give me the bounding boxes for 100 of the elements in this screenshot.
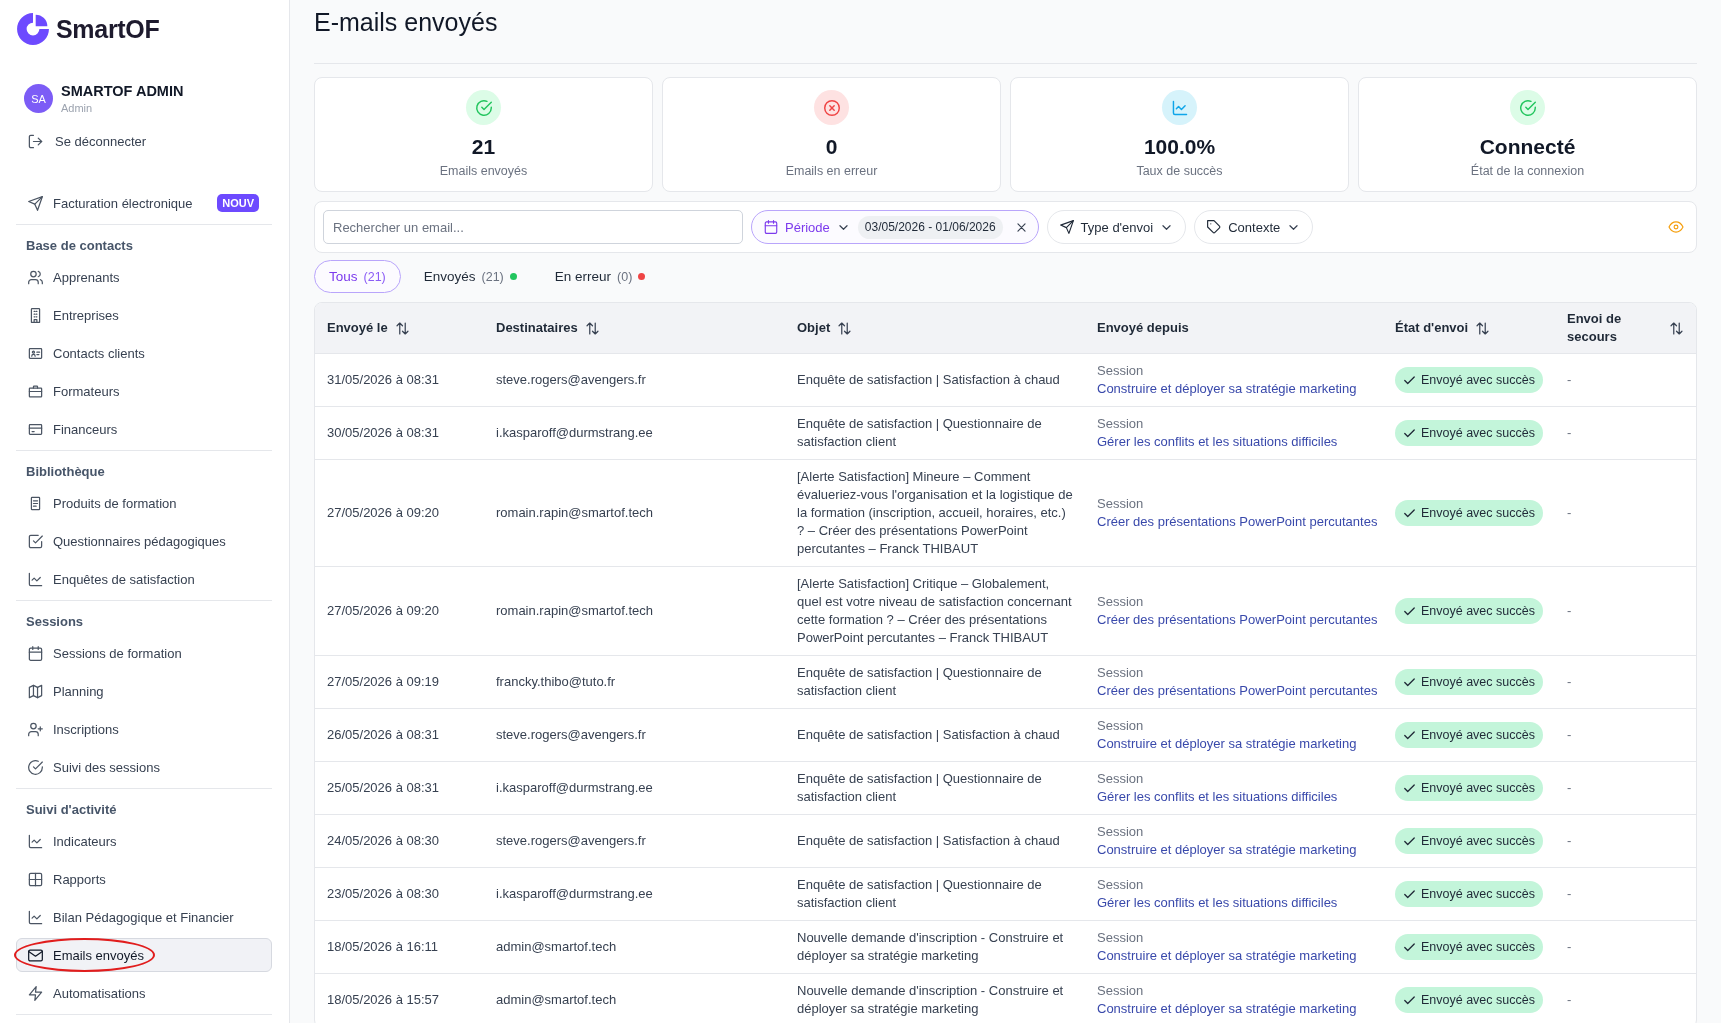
sidebar-item[interactable]: Rapports [16, 862, 272, 896]
sort-icon[interactable] [1475, 320, 1491, 336]
stat-value: Connecté [1479, 135, 1576, 159]
fallback-value: - [1567, 886, 1572, 901]
status-label: Envoyé avec succès [1421, 372, 1535, 389]
sent-date: 26/05/2026 à 08:31 [327, 727, 440, 742]
sidebar-item[interactable]: Apprenants [16, 260, 272, 294]
sidebar-item[interactable]: Indicateurs [16, 824, 272, 858]
section-title: Suivi d'activité [25, 801, 118, 819]
source-type: Session [1097, 664, 1144, 682]
check-icon [1403, 506, 1416, 520]
check-icon [1403, 604, 1416, 618]
check-icon [1403, 728, 1416, 742]
fallback-value: - [1567, 425, 1572, 440]
section-title: Sessions [25, 613, 85, 631]
period-dropdown[interactable]: Période [764, 219, 850, 235]
session-link[interactable]: Gérer les conflits et les situations difficiles [1097, 788, 1338, 806]
check-icon [1403, 940, 1416, 954]
calendar-icon [764, 220, 778, 234]
sidebar-item[interactable]: Suivi des sessions [16, 750, 272, 784]
email-subject: Enquête de satisfaction | Satisfaction à chaud [797, 372, 1060, 387]
sidebar-item[interactable]: Automatisations [16, 976, 272, 1010]
user-plus-icon [28, 721, 43, 737]
sidebar-item[interactable]: Produits de formation [16, 486, 272, 520]
status-label: Envoyé avec succès [1421, 603, 1535, 620]
credit-card-icon [28, 421, 43, 437]
new-badge: NOUV [217, 194, 259, 212]
line-chart-icon [28, 909, 43, 925]
grid-icon [28, 871, 43, 887]
section-title: Bibliothèque [25, 463, 106, 481]
source-type: Session [1097, 717, 1144, 735]
sent-date: 25/05/2026 à 08:31 [327, 780, 440, 795]
email-subject: Enquête de satisfaction | Questionnaire de satisfaction client [797, 416, 1042, 449]
sidebar-item[interactable]: Financeurs [16, 412, 272, 446]
status-label: Envoyé avec succès [1421, 886, 1535, 903]
sidebar-item[interactable]: Questionnaires pédagogiques [16, 524, 272, 558]
filter-tab[interactable]: En erreur (0) [539, 260, 661, 293]
email-subject: Nouvelle demande d'inscription - Construire et déployer sa stratégie marketing [797, 983, 1064, 1016]
session-link[interactable]: Construire et déployer sa stratégie marketing [1097, 841, 1357, 859]
source-type: Session [1097, 415, 1144, 433]
session-link[interactable]: Construire et déployer sa stratégie marketing [1097, 735, 1357, 753]
sidebar-item[interactable]: Planning [16, 674, 272, 708]
check-icon [1403, 781, 1416, 795]
map-icon [28, 683, 43, 699]
sidebar-item[interactable]: Entreprises [16, 298, 272, 332]
checkbox-icon [28, 533, 43, 549]
stat-label: Emails envoyés [439, 163, 528, 179]
recipient-email: steve.rogers@avengers.fr [496, 372, 646, 387]
sidebar-item[interactable]: Contacts clients [16, 336, 272, 370]
sent-date: 31/05/2026 à 08:31 [327, 372, 440, 387]
document-icon [28, 495, 43, 511]
recipient-email: francky.thibo@tuto.fr [496, 674, 616, 689]
line-chart-icon [28, 571, 43, 587]
filter-tab[interactable]: Tous (21) [314, 260, 401, 293]
sidebar-item[interactable]: Formateurs [16, 374, 272, 408]
sort-icon[interactable] [584, 320, 600, 336]
filter-dropdown[interactable]: Type d'envoi [1046, 210, 1187, 244]
source-type: Session [1097, 929, 1144, 947]
session-link[interactable]: Gérer les conflits et les situations difficiles [1097, 894, 1338, 912]
email-subject: Enquête de satisfaction | Questionnaire de satisfaction client [797, 771, 1042, 804]
search-field[interactable]: Rechercher un email... [323, 210, 743, 244]
filter-dropdown[interactable]: Contexte [1194, 210, 1314, 244]
session-link[interactable]: Gérer les conflits et les situations difficiles [1097, 433, 1338, 451]
email-subject: [Alerte Satisfaction] Mineure – Comment évalueriez-vous l'organisation et la logistique de la formation (inscription, accueil, horaires, etc.) ? – Créer des présentations PowerPoint percutantes – Franck THIBAUT [797, 469, 1073, 556]
status-label: Envoyé avec succès [1421, 674, 1535, 691]
line-chart-icon [28, 833, 43, 849]
filter-tab[interactable]: Envoyés (21) [408, 260, 532, 293]
sidebar-item[interactable]: Facturation électronique NOUV [16, 186, 272, 220]
session-link[interactable]: Créer des présentations PowerPoint percutantes [1097, 513, 1378, 531]
email-subject: Nouvelle demande d'inscription - Construire et déployer sa stratégie marketing [797, 930, 1064, 963]
mail-icon [28, 947, 43, 963]
sidebar-item[interactable]: Bilan Pédagogique et Financier [16, 900, 272, 934]
recipient-email: romain.rapin@smartof.tech [496, 603, 653, 618]
sent-date: 30/05/2026 à 08:31 [327, 425, 440, 440]
session-link[interactable]: Créer des présentations PowerPoint percutantes [1097, 611, 1378, 629]
sort-icon[interactable] [394, 320, 410, 336]
column-header: Envoyé depuis [1097, 319, 1190, 337]
recipient-email: i.kasparoff@durmstrang.ee [496, 886, 653, 901]
period-filter[interactable]: Période 03/05/2026 - 01/06/2026 [751, 210, 1039, 244]
sidebar-item[interactable]: Enquêtes de satisfaction [16, 562, 272, 596]
sidebar-item[interactable]: Inscriptions [16, 712, 272, 746]
sidebar-item[interactable]: Emails envoyés [16, 938, 272, 972]
sort-icon[interactable] [837, 320, 853, 336]
fallback-value: - [1567, 780, 1572, 795]
recipient-email: romain.rapin@smartof.tech [496, 505, 653, 520]
close-icon[interactable] [1014, 220, 1028, 234]
sort-icon[interactable] [1669, 320, 1684, 336]
session-link[interactable]: Construire et déployer sa stratégie marketing [1097, 380, 1357, 398]
recipient-email: steve.rogers@avengers.fr [496, 833, 646, 848]
logout-link[interactable]: Se déconnecter [16, 124, 272, 158]
sent-date: 23/05/2026 à 08:30 [327, 886, 440, 901]
page-title: E-mails envoyés [314, 7, 498, 37]
session-link[interactable]: Construire et déployer sa stratégie marketing [1097, 1000, 1357, 1018]
session-link[interactable]: Construire et déployer sa stratégie marketing [1097, 947, 1357, 965]
sent-date: 27/05/2026 à 09:20 [327, 505, 440, 520]
sidebar-item[interactable]: Sessions de formation [16, 636, 272, 670]
recipient-email: admin@smartof.tech [496, 939, 617, 954]
session-link[interactable]: Créer des présentations PowerPoint percutantes [1097, 682, 1378, 700]
lightning-icon [28, 985, 43, 1001]
sent-date: 27/05/2026 à 09:19 [327, 674, 440, 689]
